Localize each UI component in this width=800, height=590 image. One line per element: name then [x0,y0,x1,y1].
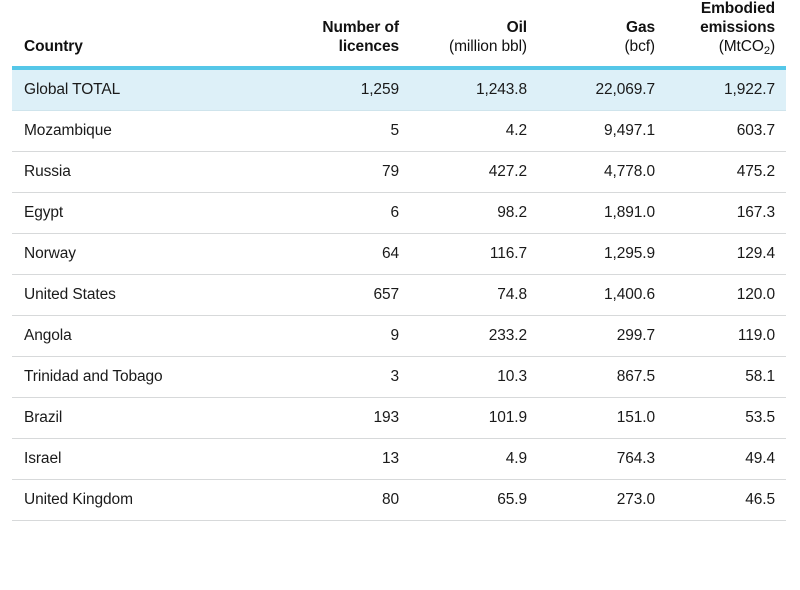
table-row: Israel 13 4.9 764.3 49.4 [12,438,786,480]
table-row: Egypt 6 98.2 1,891.0 167.3 [12,192,786,234]
column-header-licences: Number of licences [292,0,410,70]
cell-gas: 1,891.0 [538,192,666,234]
cell-gas: 299.7 [538,315,666,357]
cell-oil: 98.2 [410,192,538,234]
cell-oil: 10.3 [410,356,538,398]
column-header-oil-label: Oil [506,18,527,36]
column-header-gas: Gas (bcf) [538,0,666,70]
column-header-emissions-line2: emissions [700,18,775,36]
cell-licences: 1,259 [292,67,410,111]
column-header-country: Country [12,0,292,70]
table-row: Trinidad and Tobago 3 10.3 867.5 58.1 [12,356,786,398]
cell-licences: 80 [292,479,410,521]
column-header-licences-line2: licences [338,37,399,55]
table-header: Country Number of licences Oil (million … [12,0,786,70]
table-row: Russia 79 427.2 4,778.0 475.2 [12,151,786,193]
cell-country: Russia [12,151,292,193]
table-row: Brazil 193 101.9 151.0 53.5 [12,397,786,439]
table-row: Angola 9 233.2 299.7 119.0 [12,315,786,357]
table-row: Norway 64 116.7 1,295.9 129.4 [12,233,786,275]
column-header-emissions: Embodied emissions (MtCO2) [666,0,786,70]
cell-gas: 4,778.0 [538,151,666,193]
emissions-unit-prefix: (MtCO [718,37,764,55]
column-header-country-label: Country [24,37,83,55]
cell-licences: 13 [292,438,410,480]
cell-emissions: 53.5 [666,397,786,439]
cell-gas: 867.5 [538,356,666,398]
column-header-gas-unit: (bcf) [624,37,655,55]
cell-country: Egypt [12,192,292,234]
cell-country: Brazil [12,397,292,439]
cell-emissions: 49.4 [666,438,786,480]
cell-gas: 22,069.7 [538,67,666,111]
cell-emissions: 603.7 [666,110,786,152]
cell-licences: 9 [292,315,410,357]
table-container: Country Number of licences Oil (million … [12,0,786,521]
cell-gas: 764.3 [538,438,666,480]
cell-oil: 74.8 [410,274,538,316]
cell-emissions: 167.3 [666,192,786,234]
cell-emissions: 129.4 [666,233,786,275]
cell-oil: 4.2 [410,110,538,152]
cell-oil: 101.9 [410,397,538,439]
cell-oil: 4.9 [410,438,538,480]
cell-country: United Kingdom [12,479,292,521]
cell-oil: 65.9 [410,479,538,521]
cell-gas: 1,400.6 [538,274,666,316]
cell-emissions: 120.0 [666,274,786,316]
cell-oil: 116.7 [410,233,538,275]
cell-licences: 657 [292,274,410,316]
cell-gas: 151.0 [538,397,666,439]
table-body: Global TOTAL 1,259 1,243.8 22,069.7 1,922.7 M… [12,67,786,521]
cell-licences: 5 [292,110,410,152]
table-row: Mozambique 5 4.2 9,497.1 603.7 [12,110,786,152]
emissions-unit-subscript: 2 [763,44,770,57]
cell-licences: 79 [292,151,410,193]
table-header-row: Country Number of licences Oil (million … [12,0,786,70]
cell-licences: 64 [292,233,410,275]
cell-emissions: 58.1 [666,356,786,398]
cell-gas: 1,295.9 [538,233,666,275]
cell-oil: 1,243.8 [410,67,538,111]
cell-country: Norway [12,233,292,275]
cell-country: United States [12,274,292,316]
cell-oil: 233.2 [410,315,538,357]
cell-country: Mozambique [12,110,292,152]
cell-oil: 427.2 [410,151,538,193]
table-row-total: Global TOTAL 1,259 1,243.8 22,069.7 1,922.7 [12,67,786,111]
cell-country: Angola [12,315,292,357]
column-header-gas-label: Gas [626,18,655,36]
column-header-emissions-unit: (MtCO2) [666,38,775,57]
cell-licences: 6 [292,192,410,234]
cell-emissions: 46.5 [666,479,786,521]
cell-country: Global TOTAL [12,67,292,111]
emissions-unit-suffix: ) [769,37,775,55]
column-header-oil-unit: (million bbl) [449,37,527,55]
cell-country: Israel [12,438,292,480]
column-header-emissions-line1: Embodied [700,0,775,17]
cell-licences: 3 [292,356,410,398]
cell-emissions: 475.2 [666,151,786,193]
cell-licences: 193 [292,397,410,439]
column-header-oil: Oil (million bbl) [410,0,538,70]
cell-emissions: 119.0 [666,315,786,357]
cell-gas: 273.0 [538,479,666,521]
cell-emissions: 1,922.7 [666,67,786,111]
cell-country: Trinidad and Tobago [12,356,292,398]
column-header-licences-line1: Number of [322,18,399,36]
table-row: United States 657 74.8 1,400.6 120.0 [12,274,786,316]
table-row: United Kingdom 80 65.9 273.0 46.5 [12,479,786,521]
licences-emissions-table: Country Number of licences Oil (million … [12,0,786,521]
cell-gas: 9,497.1 [538,110,666,152]
